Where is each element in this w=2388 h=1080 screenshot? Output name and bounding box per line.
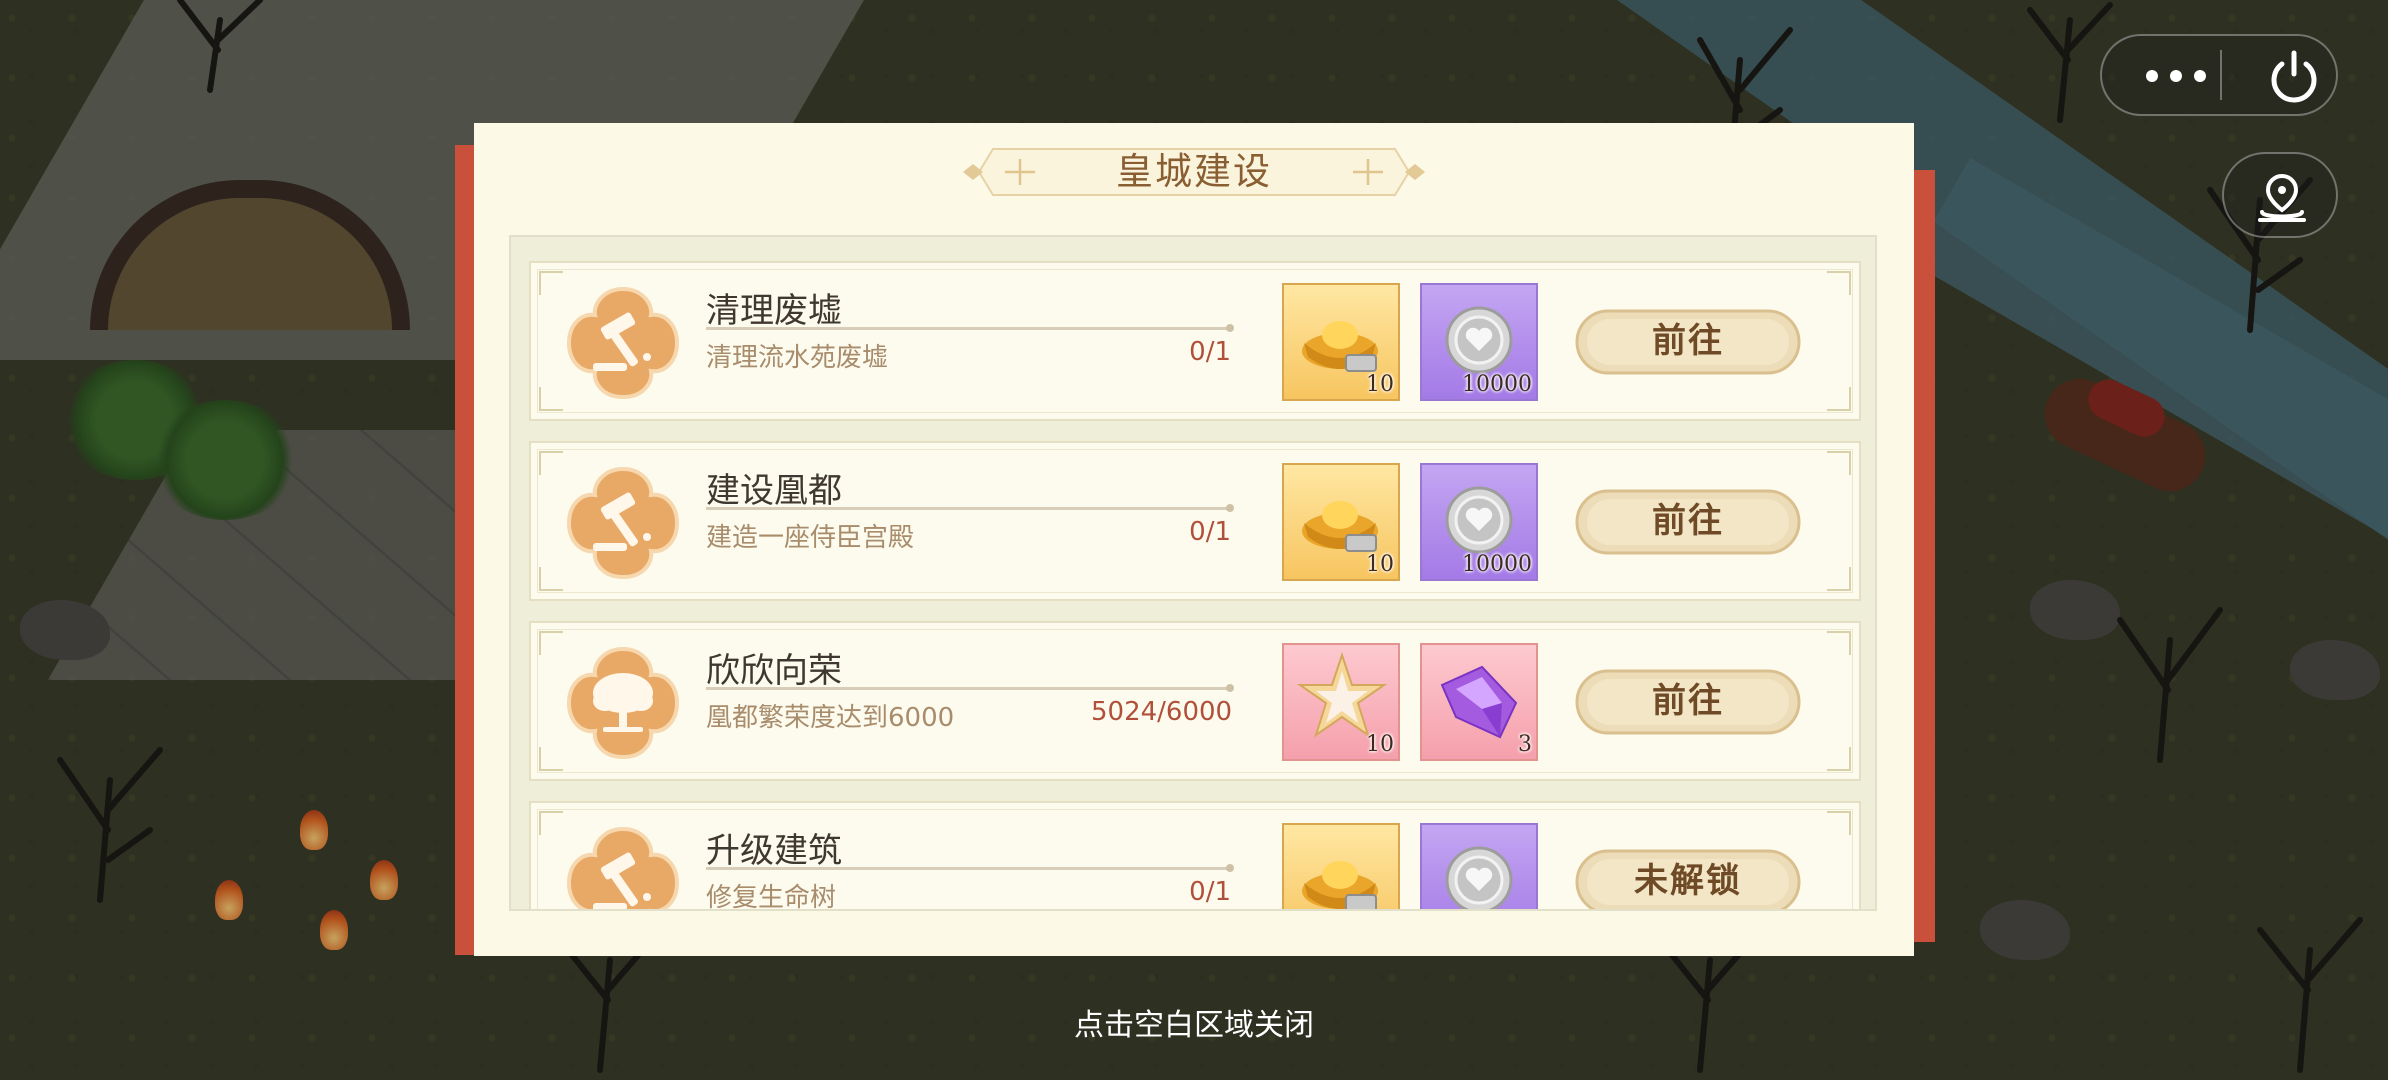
go-button-label: 前往 (1652, 681, 1724, 721)
corner-ornament (539, 567, 563, 591)
corner-ornament (1827, 451, 1851, 475)
close-hint[interactable]: 点击空白区域关闭 (0, 1000, 2388, 1044)
location-button[interactable] (2222, 152, 2338, 238)
task-description: 清理流水苑废墟 (706, 343, 889, 373)
task-description: 建造一座侍臣宫殿 (706, 523, 915, 553)
task-name: 升级建筑 (706, 831, 842, 871)
task-card: 清理废墟 清理流水苑废墟 0/1 10 10000 前往 (529, 261, 1861, 421)
go-button-label: 前往 (1652, 501, 1724, 541)
reward-count: 10000 (1462, 372, 1532, 397)
locked-button[interactable]: 未解锁 (1573, 847, 1803, 909)
hammer-icon (566, 826, 680, 909)
reward-silver-coin[interactable]: 10000 (1420, 283, 1538, 401)
reward-gold-ingot[interactable]: 10 (1282, 283, 1400, 401)
dialog-title-banner: 皇城建设 (959, 143, 1429, 201)
reward-silver-coin[interactable] (1420, 823, 1538, 909)
corner-ornament (1827, 747, 1851, 771)
reward-gold-ingot[interactable] (1282, 823, 1400, 909)
task-progress: 5024/6000 (1091, 697, 1233, 727)
task-divider (706, 324, 1234, 332)
corner-ornament (539, 747, 563, 771)
reward-count: 10 (1366, 372, 1394, 397)
corner-ornament (539, 631, 563, 655)
reward-count: 3 (1518, 732, 1532, 757)
go-button[interactable]: 前往 (1573, 307, 1803, 377)
reward-gold-ingot[interactable]: 10 (1282, 463, 1400, 581)
imperial-city-construction-dialog: 皇城建设 清理废墟 清理流水苑废墟 0/1 10 10000 前往 建设凰都 建… (474, 123, 1914, 956)
task-name: 建设凰都 (706, 471, 842, 511)
corner-ornament (539, 387, 563, 411)
corner-ornament (539, 271, 563, 295)
reward-purple-crystal[interactable]: 3 (1420, 643, 1538, 761)
go-button[interactable]: 前往 (1573, 667, 1803, 737)
reward-count: 10 (1366, 732, 1394, 757)
task-progress: 0/1 (1189, 337, 1231, 367)
exit-button[interactable] (2254, 36, 2334, 114)
go-button-label: 前往 (1652, 321, 1724, 361)
task-progress: 0/1 (1189, 877, 1231, 907)
task-card: 欣欣向荣 凰都繁荣度达到6000 5024/6000 10 3 前往 (529, 621, 1861, 781)
go-button[interactable]: 前往 (1573, 487, 1803, 557)
task-card: 升级建筑 修复生命树 0/1 未解锁 (529, 801, 1861, 911)
corner-ornament (1827, 567, 1851, 591)
task-card: 建设凰都 建造一座侍臣宫殿 0/1 10 10000 前往 (529, 441, 1861, 601)
dot (2194, 70, 2206, 82)
gold-ingot-icon (1302, 861, 1378, 909)
reward-silver-coin[interactable]: 10000 (1420, 463, 1538, 581)
dialog-title: 皇城建设 (1116, 150, 1272, 193)
corner-ornament (539, 451, 563, 475)
task-description: 修复生命树 (706, 883, 837, 911)
divider (2220, 50, 2222, 100)
mini-program-capsule (2100, 34, 2338, 116)
corner-ornament (539, 811, 563, 835)
more-button[interactable] (2132, 36, 2232, 114)
corner-ornament (1827, 387, 1851, 411)
reward-star-flower[interactable]: 10 (1282, 643, 1400, 761)
task-list[interactable]: 清理废墟 清理流水苑废墟 0/1 10 10000 前往 建设凰都 建造一座侍臣… (509, 235, 1877, 911)
task-divider (706, 864, 1234, 872)
hammer-icon (566, 286, 680, 400)
task-divider (706, 684, 1234, 692)
task-progress: 0/1 (1189, 517, 1231, 547)
locked-button-label: 未解锁 (1634, 861, 1742, 901)
dot (2170, 70, 2182, 82)
hammer-icon (566, 466, 680, 580)
location-pin-icon (2258, 173, 2306, 222)
task-divider (706, 504, 1234, 512)
corner-ornament (1827, 271, 1851, 295)
reward-count: 10 (1366, 552, 1394, 577)
tree-icon (566, 646, 680, 760)
task-description: 凰都繁荣度达到6000 (706, 703, 955, 733)
corner-ornament (1827, 811, 1851, 835)
corner-ornament (1827, 631, 1851, 655)
reward-count: 10000 (1462, 552, 1532, 577)
power-icon (2271, 50, 2317, 103)
task-name: 欣欣向荣 (706, 651, 842, 691)
silver-coin-icon (1445, 846, 1513, 909)
task-name: 清理废墟 (706, 291, 842, 331)
dot (2146, 70, 2158, 82)
